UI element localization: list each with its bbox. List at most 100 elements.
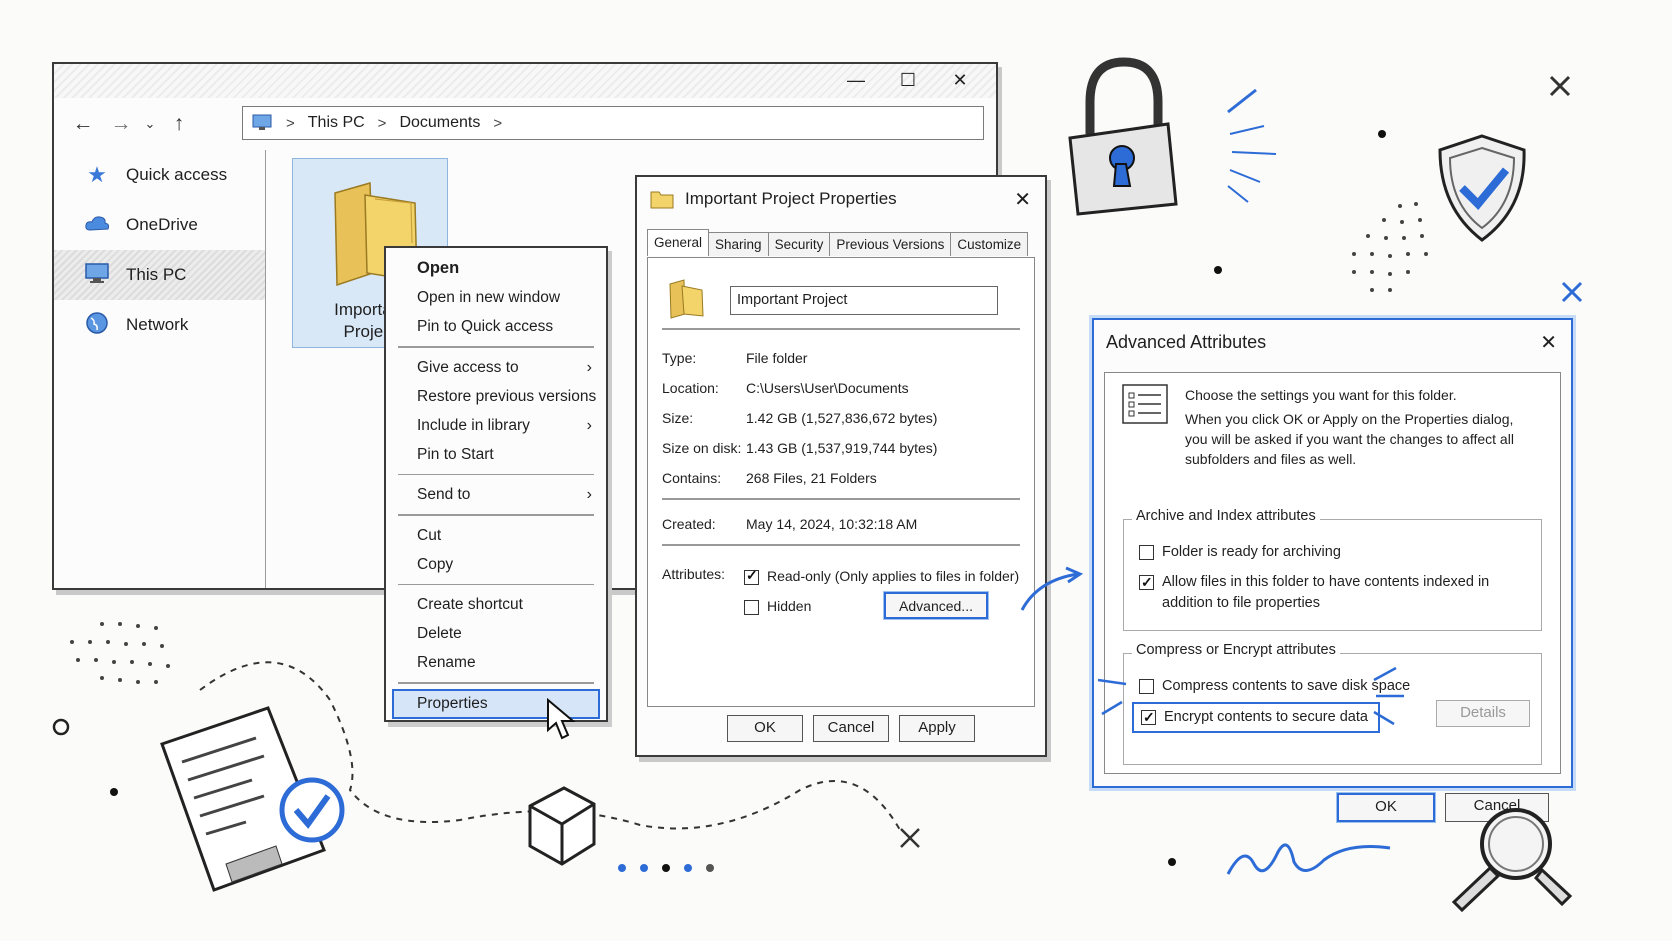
menu-item-cut[interactable]: Cut <box>386 521 606 550</box>
prop-key: Created: <box>662 516 716 532</box>
sparkle-lines-icon <box>1227 88 1277 203</box>
divider <box>662 328 1020 330</box>
sidebar-item-label: OneDrive <box>126 215 198 234</box>
prop-row-type: Type: File folder <box>662 350 807 366</box>
properties-title: Important Project Properties <box>685 189 897 208</box>
up-arrow-icon[interactable]: ↑ <box>160 112 198 136</box>
hidden-checkbox-row[interactable]: Hidden <box>744 598 811 615</box>
dot-icon <box>1214 266 1222 274</box>
breadcrumb-separator-icon: > <box>286 114 295 132</box>
encrypt-checkbox[interactable] <box>1141 707 1156 728</box>
minimize-icon[interactable]: — <box>836 70 876 91</box>
menu-item-label: Give access to <box>417 358 519 376</box>
padlock-icon <box>1068 57 1178 216</box>
breadcrumb-documents[interactable]: Documents <box>399 114 480 132</box>
intro-paragraph: When you click OK or Apply on the Proper… <box>1185 411 1514 467</box>
close-icon[interactable]: ✕ <box>1014 187 1031 212</box>
tab-sharing[interactable]: Sharing <box>708 232 769 256</box>
forward-arrow-icon[interactable]: → <box>102 112 140 136</box>
maximize-icon[interactable]: ☐ <box>888 70 928 91</box>
hidden-checkbox[interactable] <box>744 599 759 615</box>
menu-item-label: Include in library <box>417 416 530 434</box>
prop-key: Size on disk: <box>662 440 742 456</box>
index-checkbox[interactable] <box>1139 572 1154 593</box>
advanced-title: Advanced Attributes <box>1106 331 1267 352</box>
archive-index-group: Archive and Index attributes Folder is r… <box>1123 508 1542 631</box>
prop-row-size-on-disk: Size on disk: 1.43 GB (1,537,919,744 byte… <box>662 440 937 456</box>
sidebar-item-this-pc[interactable]: This PC <box>54 250 265 300</box>
sidebar-item-quick-access[interactable]: ★ Quick access <box>54 150 265 200</box>
breadcrumb-this-pc[interactable]: This PC <box>308 114 365 132</box>
dot-icon <box>1168 858 1176 866</box>
prop-key: Location: <box>662 380 719 396</box>
submenu-arrow-icon: › <box>586 358 592 376</box>
folder-icon <box>669 279 704 319</box>
archiving-checkbox[interactable] <box>1139 544 1154 560</box>
encrypt-checkbox-row[interactable]: Encrypt contents to secure data <box>1132 702 1380 733</box>
magnifier-icon <box>1451 808 1573 913</box>
archiving-label: Folder is ready for archiving <box>1162 544 1341 560</box>
menu-item-include-library[interactable]: Include in library › <box>386 411 606 440</box>
index-checkbox-row[interactable]: Allow files in this folder to have conte… <box>1139 572 1519 614</box>
tab-security[interactable]: Security <box>767 232 831 256</box>
archiving-checkbox-row[interactable]: Folder is ready for archiving <box>1139 542 1341 563</box>
submenu-arrow-icon: › <box>586 486 592 503</box>
sidebar-item-network[interactable]: Network <box>54 300 265 350</box>
close-icon[interactable]: ✕ <box>940 70 980 91</box>
menu-divider <box>398 583 594 585</box>
back-arrow-icon[interactable]: ← <box>64 112 102 136</box>
globe-icon <box>82 311 112 340</box>
prop-row-contains: Contains: 268 Files, 21 Folders <box>662 470 877 486</box>
address-bar[interactable]: > This PC > Documents > <box>242 106 984 140</box>
cube-icon <box>528 786 596 866</box>
readonly-checkbox-row[interactable]: Read-only (Only applies to files in fold… <box>744 567 1019 585</box>
dot-icon <box>110 788 118 796</box>
details-button[interactable]: Details <box>1436 700 1530 727</box>
encrypt-label: Encrypt contents to secure data <box>1164 709 1368 725</box>
navigation-bar: ← → ⌄ ↑ > This PC > Documents > <box>64 104 984 144</box>
prop-key: Type: <box>662 350 697 366</box>
menu-item-pin-quick-access[interactable]: Pin to Quick access <box>386 312 606 341</box>
menu-divider <box>398 473 594 475</box>
intro-line: Choose the settings you want for this fo… <box>1185 387 1457 403</box>
recent-chevron-icon[interactable]: ⌄ <box>140 116 160 132</box>
advanced-intro: Choose the settings you want for this fo… <box>1185 385 1525 469</box>
tab-customize[interactable]: Customize <box>950 232 1029 256</box>
prop-value: File folder <box>746 350 808 366</box>
dot-pattern-icon <box>1352 202 1428 292</box>
attributes-label: Attributes: <box>662 566 746 582</box>
readonly-checkbox[interactable] <box>744 567 759 585</box>
menu-item-open-new-window[interactable]: Open in new window <box>386 283 606 312</box>
cloud-icon <box>82 214 112 237</box>
group-title: Archive and Index attributes <box>1132 508 1320 524</box>
sidebar-item-label: Quick access <box>126 165 228 184</box>
ok-button[interactable]: OK <box>1337 793 1435 822</box>
sidebar-item-onedrive[interactable]: OneDrive <box>54 200 265 250</box>
settings-list-icon <box>1122 384 1168 424</box>
prop-key: Contains: <box>662 470 722 486</box>
close-icon[interactable]: ✕ <box>1540 330 1557 355</box>
folder-icon <box>650 191 674 209</box>
sidebar-item-label: This PC <box>126 265 187 284</box>
advanced-button[interactable]: Advanced... <box>884 592 988 619</box>
menu-item-label: Send to <box>417 486 471 503</box>
prop-key: Size: <box>662 410 694 426</box>
circle-outline-icon <box>52 718 70 736</box>
sparkle-lines-icon <box>1097 678 1127 716</box>
properties-tabs: General Sharing Security Previous Versio… <box>647 229 1029 256</box>
tab-general[interactable]: General <box>647 229 710 256</box>
advanced-attributes-dialog: Advanced Attributes ✕ Choose the setting… <box>1092 318 1573 822</box>
menu-item-open[interactable]: Open <box>386 254 606 283</box>
menu-item-copy[interactable]: Copy <box>386 550 606 579</box>
menu-item-pin-start[interactable]: Pin to Start <box>386 440 606 469</box>
prop-value: May 14, 2024, 10:32:18 AM <box>746 516 918 532</box>
menu-item-restore-versions[interactable]: Restore previous versions <box>386 382 606 411</box>
menu-item-send-to[interactable]: Send to › <box>386 480 606 509</box>
compress-encrypt-group: Compress or Encrypt attributes Compress … <box>1123 642 1542 765</box>
tab-previous-versions[interactable]: Previous Versions <box>829 232 952 256</box>
folder-name-input[interactable]: Important Project <box>730 286 998 315</box>
menu-item-give-access[interactable]: Give access to › <box>386 353 606 382</box>
cross-mark-icon <box>900 828 920 848</box>
menu-item-create-shortcut[interactable]: Create shortcut <box>386 590 606 619</box>
explorer-titlebar: — ☐ ✕ <box>54 64 996 98</box>
